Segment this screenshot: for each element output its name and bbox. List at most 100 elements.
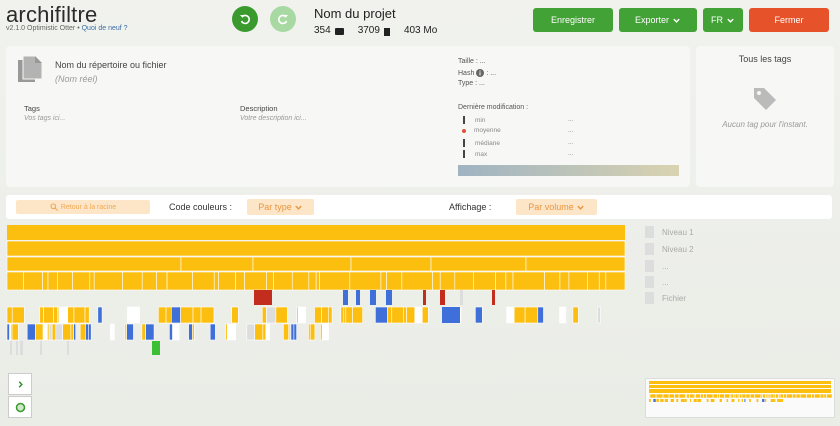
icicle-node[interactable] (406, 306, 416, 324)
icicle-node[interactable] (42, 271, 49, 291)
icicle-node[interactable] (473, 271, 496, 291)
element-name[interactable]: Nom du répertoire ou fichier (55, 60, 167, 70)
icicle-node[interactable] (288, 323, 292, 341)
icicle-node[interactable] (70, 323, 74, 341)
icicle-node[interactable] (421, 306, 429, 324)
icicle-node[interactable] (141, 323, 147, 341)
icicle-node[interactable] (192, 306, 202, 324)
icicle-node[interactable] (321, 323, 329, 341)
icicle-node[interactable] (6, 256, 182, 272)
icicle-node[interactable] (454, 271, 474, 291)
minimap-node[interactable] (795, 393, 801, 399)
icicle-node[interactable] (127, 306, 140, 324)
icicle-node[interactable] (97, 306, 103, 324)
icicle-node[interactable] (226, 323, 236, 341)
icicle-node[interactable] (321, 306, 329, 324)
minimap-node[interactable] (749, 399, 751, 402)
file-node[interactable] (492, 290, 495, 305)
icicle-node[interactable] (7, 225, 625, 240)
minimap-node[interactable] (823, 393, 827, 399)
icicle-node[interactable] (439, 271, 456, 291)
loader-button[interactable] (8, 396, 32, 418)
icicle-node[interactable] (559, 271, 570, 291)
file-node[interactable] (370, 290, 376, 305)
minimap[interactable] (645, 378, 835, 418)
minimap-node[interactable] (649, 389, 831, 393)
minimap-node[interactable] (814, 393, 821, 399)
minimap-node[interactable] (745, 393, 751, 399)
icicle-node[interactable] (48, 323, 53, 341)
icicle-node[interactable] (293, 323, 297, 341)
icicle-node[interactable] (6, 240, 626, 257)
minimap-node[interactable] (664, 399, 668, 402)
icicle-node[interactable] (47, 271, 58, 291)
icicle-node[interactable] (218, 271, 236, 291)
close-button[interactable]: Fermer (749, 8, 829, 32)
minimap-node[interactable] (712, 393, 718, 399)
icicle-node[interactable] (180, 306, 194, 324)
minimap-node[interactable] (754, 393, 762, 399)
minimap-node[interactable] (686, 393, 690, 399)
minimap-node[interactable] (730, 393, 734, 399)
icicle-node[interactable] (475, 306, 483, 324)
minimap-node[interactable] (775, 393, 779, 399)
icicle-node[interactable] (79, 323, 86, 341)
display-select[interactable]: Par volume (516, 199, 597, 215)
icicle-node[interactable] (315, 271, 320, 291)
icicle-node[interactable] (246, 323, 256, 341)
icicle-node[interactable] (352, 306, 363, 324)
language-select[interactable]: FR (703, 8, 743, 32)
file-node[interactable] (254, 290, 272, 305)
icicle-node[interactable] (343, 306, 347, 324)
icicle-node[interactable] (6, 271, 25, 291)
description-input[interactable]: Votre description ici... (240, 115, 307, 122)
export-button[interactable]: Exporter (619, 8, 697, 32)
icicle-node[interactable] (158, 306, 167, 324)
icicle-node[interactable] (172, 323, 180, 341)
minimap-node[interactable] (674, 393, 680, 399)
icicle-node[interactable] (252, 256, 352, 272)
icicle-node[interactable] (414, 306, 423, 324)
file-node[interactable] (16, 341, 18, 355)
icicle-node[interactable] (85, 323, 89, 341)
icicle-node[interactable] (26, 323, 36, 341)
file-node[interactable] (10, 341, 12, 355)
icicle-node[interactable] (141, 271, 157, 291)
icicle-node[interactable] (51, 323, 57, 341)
minimap-node[interactable] (774, 399, 776, 402)
icicle-node[interactable] (403, 306, 407, 324)
minimap-node[interactable] (678, 393, 686, 399)
file-node[interactable] (343, 290, 348, 305)
icicle-node[interactable] (345, 306, 353, 324)
icicle-node[interactable] (266, 306, 277, 324)
minimap-node[interactable] (700, 393, 704, 399)
icicle-node[interactable] (57, 271, 73, 291)
minimap-node[interactable] (762, 393, 766, 399)
icicle-node[interactable] (297, 306, 306, 324)
icicle-node[interactable] (386, 271, 403, 291)
icicle-node[interactable] (180, 256, 254, 272)
icicle-chart[interactable] (0, 222, 640, 358)
minimap-node[interactable] (762, 399, 765, 402)
minimap-node[interactable] (655, 393, 664, 399)
minimap-node[interactable] (706, 399, 709, 402)
icicle-node[interactable] (171, 306, 181, 324)
icicle-node[interactable] (62, 323, 72, 341)
minimap-node[interactable] (744, 399, 746, 402)
icicle-node[interactable] (349, 271, 382, 291)
minimap-node[interactable] (693, 399, 697, 402)
minimap-node[interactable] (741, 399, 743, 402)
minimap-node[interactable] (690, 399, 692, 402)
icicle-node[interactable] (89, 271, 95, 291)
undo-button[interactable] (232, 6, 258, 32)
minimap-node[interactable] (792, 393, 797, 399)
minimap-node[interactable] (726, 399, 729, 402)
icicle-node[interactable] (495, 271, 507, 291)
file-node[interactable] (152, 341, 160, 355)
minimap-node[interactable] (660, 399, 664, 402)
icicle-node[interactable] (273, 271, 293, 291)
icicle-node[interactable] (55, 323, 64, 341)
icicle-node[interactable] (544, 271, 561, 291)
minimap-node[interactable] (770, 393, 775, 399)
icicle-node[interactable] (188, 323, 193, 341)
